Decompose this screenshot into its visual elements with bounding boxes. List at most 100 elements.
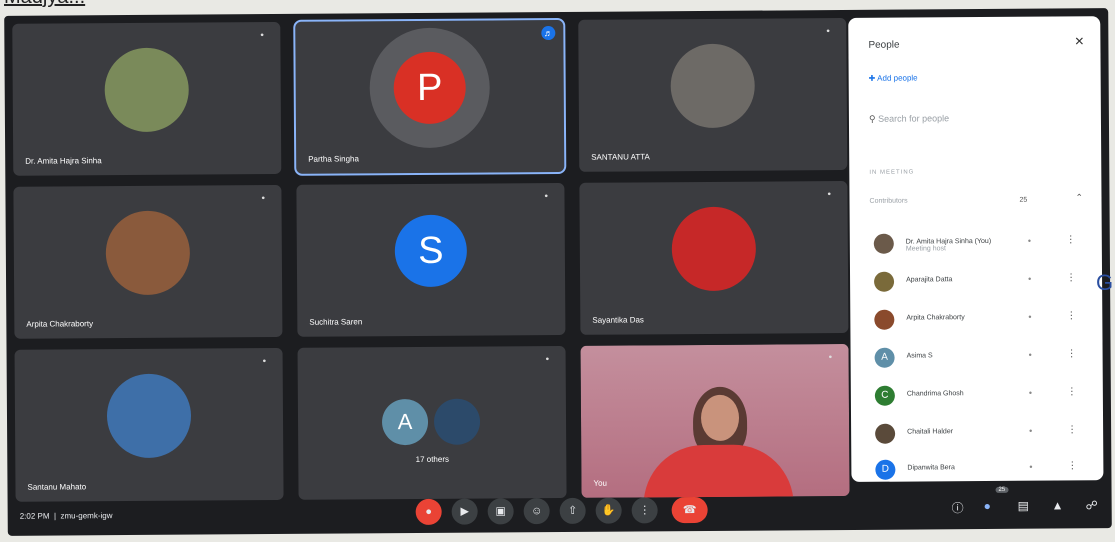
others-tile[interactable]: A • 17 others: [297, 345, 567, 500]
participant-name: Sayantika Das: [592, 315, 644, 325]
more-icon: ⋮: [639, 504, 651, 517]
mic-icon: •: [828, 352, 833, 364]
participant-tile[interactable]: • Dr. Amita Hajra Sinha: [12, 21, 282, 176]
mic-off-icon: •: [1028, 349, 1032, 360]
speaking-icon: ♬: [541, 26, 556, 41]
contributors-heading[interactable]: Contributors: [869, 198, 907, 205]
host-controls-icon[interactable]: ☍: [1086, 498, 1098, 512]
info-icon[interactable]: ⓘ: [952, 499, 964, 516]
video-person-face: [700, 394, 740, 442]
participant-photo: [671, 206, 757, 292]
participant-photo: [106, 373, 192, 459]
participant-name: You: [593, 478, 608, 488]
mic-off-icon: •: [261, 193, 266, 205]
others-count: 17 others: [415, 454, 450, 464]
participant-avatar: [874, 271, 895, 292]
end-call-button[interactable]: ☎: [671, 496, 708, 524]
video-grid: • Dr. Amita Hajra Sinha P ♬ Partha Singh…: [12, 17, 850, 502]
more-options-icon[interactable]: ⋮: [1067, 460, 1077, 471]
activities-icon[interactable]: ▲: [1052, 498, 1064, 512]
participant-avatar: P: [393, 51, 466, 125]
participant-tile[interactable]: • SANTANU ATTA: [578, 17, 848, 172]
mic-button[interactable]: ●: [415, 498, 442, 525]
mic-off-icon: •: [262, 356, 267, 368]
more-options-icon[interactable]: ⋮: [1067, 424, 1077, 435]
more-options-icon[interactable]: ⋮: [1066, 272, 1076, 283]
participant-row[interactable]: Dr. Amita Hajra Sinha (You) Meeting host …: [870, 230, 1090, 256]
side-letter-g: G: [1096, 270, 1114, 295]
more-options-icon[interactable]: ⋮: [1066, 234, 1076, 245]
participant-name: Santanu Mahato: [27, 482, 87, 492]
add-people-label: Add people: [877, 73, 918, 83]
more-options-icon[interactable]: ⋮: [1067, 386, 1077, 397]
people-panel: People ✕ ✚ Add people ⚲ Search for peopl…: [848, 16, 1104, 482]
participant-row[interactable]: D Dipanwita Bera • ⋮: [871, 456, 1091, 482]
close-icon[interactable]: ✕: [1074, 34, 1084, 48]
others-photo: [433, 398, 481, 445]
add-people-button[interactable]: ✚ Add people: [869, 73, 918, 82]
search-people-input[interactable]: ⚲ Search for people: [869, 113, 949, 125]
participant-avatar: C: [874, 385, 895, 406]
mic-off-icon: •: [1027, 235, 1031, 246]
participant-row[interactable]: Aparajita Datta • ⋮: [870, 268, 1090, 294]
mic-off-icon: •: [1028, 273, 1032, 284]
present-button[interactable]: ⇧: [559, 497, 586, 524]
participant-photo: [104, 47, 190, 133]
caption-text: Madjya...: [4, 0, 85, 9]
mic-off-icon: •: [544, 191, 549, 203]
chat-icon[interactable]: ▤: [1018, 499, 1029, 513]
captions-icon: ▣: [495, 505, 506, 518]
meet-window: • Dr. Amita Hajra Sinha P ♬ Partha Singh…: [4, 8, 1112, 536]
others-avatar: A: [381, 398, 429, 446]
raise-hand-icon: ✋: [601, 504, 616, 517]
more-options-icon[interactable]: ⋮: [1066, 310, 1076, 321]
emoji-button[interactable]: ☺: [523, 498, 550, 525]
participant-tile[interactable]: S • Suchitra Saren: [296, 182, 566, 337]
participant-row[interactable]: A Asima S • ⋮: [871, 344, 1091, 370]
participant-name: SANTANU ATTA: [591, 152, 650, 162]
captions-button[interactable]: ▣: [487, 498, 514, 525]
participant-row[interactable]: C Chandrima Ghosh • ⋮: [871, 382, 1091, 408]
participant-tile[interactable]: • Arpita Chakraborty: [13, 184, 283, 339]
participant-name: Suchitra Saren: [309, 317, 363, 327]
participant-tile-active[interactable]: P ♬ Partha Singha: [293, 17, 567, 176]
participant-avatar: A: [874, 347, 895, 368]
participant-name: Dr. Amita Hajra Sinha: [25, 156, 102, 166]
chevron-up-icon[interactable]: ⌃: [1075, 192, 1083, 203]
meeting-toolbar: 2:02 PM | zmu-gemk-igw ● ▶ ▣ ☺ ⇧ ✋ ⋮ ☎ ⓘ…: [8, 486, 1112, 536]
participant-row[interactable]: Chaitali Halder • ⋮: [871, 420, 1091, 446]
self-video: [580, 343, 850, 498]
contributors-count: 25: [1019, 196, 1028, 204]
participant-name: Dipanwita Bera: [907, 464, 955, 472]
emoji-icon: ☺: [531, 505, 543, 518]
participant-name: Asima S: [906, 352, 933, 360]
panel-title: People: [868, 39, 900, 51]
participant-name: Chaitali Halder: [907, 428, 954, 436]
mic-off-icon: •: [1029, 425, 1033, 436]
meeting-info: 2:02 PM | zmu-gemk-igw: [19, 511, 113, 521]
participant-tile[interactable]: • Santanu Mahato: [14, 347, 284, 502]
camera-button[interactable]: ▶: [451, 498, 478, 525]
add-person-icon: ✚: [868, 73, 876, 83]
participant-row[interactable]: Arpita Chakraborty • ⋮: [870, 306, 1090, 332]
search-icon: ⚲: [868, 113, 876, 124]
self-video-tile[interactable]: • You: [580, 343, 850, 498]
participant-name: Dr. Amita Hajra Sinha (You) Meeting host: [905, 237, 992, 253]
more-options-button[interactable]: ⋮: [631, 497, 658, 524]
more-options-icon[interactable]: ⋮: [1067, 348, 1077, 359]
present-icon: ⇧: [568, 504, 578, 517]
mic-off-icon: •: [1028, 387, 1033, 398]
mic-off-icon: •: [1029, 461, 1033, 472]
people-icon[interactable]: ●: [984, 499, 991, 513]
participant-name: Partha Singha: [308, 154, 359, 164]
end-call-icon: ☎: [682, 504, 697, 517]
participant-avatar: [875, 423, 896, 444]
participant-avatar: D: [875, 459, 896, 480]
participant-tile[interactable]: • Sayantika Das: [579, 180, 849, 335]
participants-count-badge: 25: [995, 486, 1009, 493]
camera-icon: ▶: [460, 505, 469, 518]
participant-name: Chandrima Ghosh: [906, 390, 964, 398]
in-meeting-heading: IN MEETING: [869, 169, 915, 176]
raise-hand-button[interactable]: ✋: [595, 497, 622, 524]
mic-off-icon: •: [826, 26, 830, 38]
